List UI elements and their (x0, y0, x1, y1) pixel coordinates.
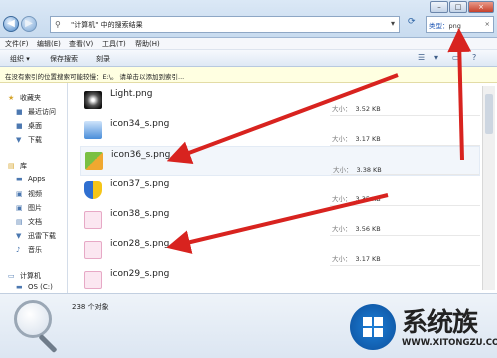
computer-icon: ▭ (8, 272, 15, 280)
file-name: icon28_s.png (110, 239, 170, 249)
close-button[interactable]: × (468, 1, 494, 13)
file-size: 大小： 3.17 KB (332, 255, 381, 263)
picture-icon: ▣ (16, 204, 23, 212)
download-folder-icon: ▼ (16, 232, 22, 240)
watermark-brand: 系统族 (402, 308, 478, 338)
address-path: "计算机" 中的搜索结果 (71, 21, 143, 29)
package-image-icon (85, 152, 103, 170)
music-icon: ♪ (16, 246, 21, 254)
file-size: 大小： 3.56 KB (332, 225, 381, 233)
settings-image-icon (84, 121, 102, 139)
sidebar-item-desktop[interactable]: ■ 桌面 (16, 121, 42, 131)
sidebar-item-recent[interactable]: ■ 最近访问 (16, 107, 56, 117)
video-icon: ▣ (16, 190, 23, 198)
sidebar-item-videos[interactable]: ▣ 视频 (16, 189, 42, 199)
file-list-scrollbar[interactable] (482, 86, 495, 290)
toolbar: 组织 ▾ 保存搜索 刻录 ☰ ▾ ▭ ? (0, 50, 497, 67)
windows-logo-icon (350, 304, 396, 350)
search-filter-value: png (448, 22, 461, 30)
search-input[interactable]: 类型：png × (426, 16, 494, 33)
chevron-down-icon[interactable]: ▾ (391, 19, 395, 28)
file-name: icon29_s.png (110, 269, 170, 279)
search-magnifier-icon (14, 300, 58, 354)
drive-icon: ▬ (16, 283, 23, 291)
document-icon: ▤ (16, 218, 23, 226)
menu-bar: 文件(F) 编辑(E) 查看(V) 工具(T) 帮助(H) (0, 38, 497, 50)
file-name: icon38_s.png (110, 209, 170, 219)
sidebar-item-favorites[interactable]: ★ 收藏夹 (8, 93, 41, 103)
chevron-down-icon[interactable]: ▾ (434, 53, 438, 62)
sidebar-item-pictures[interactable]: ▣ 图片 (16, 203, 42, 213)
sidebar-item-documents[interactable]: ▤ 文档 (16, 217, 42, 227)
object-count: 238 个对象 (72, 303, 109, 311)
file-size: 大小： 3.17 KB (332, 135, 381, 143)
sidebar-item-os-drive[interactable]: ▬ OS (C:) (16, 283, 53, 291)
navigation-pane: ★ 收藏夹 ■ 最近访问 ■ 桌面 ▼ 下载 ▤ 库 ▬ Apps ▣ 视频 ▣ 图片 ▤ 文档 … (0, 83, 68, 293)
list-item[interactable]: icon29_s.png (80, 266, 480, 290)
file-size: 大小： 3.38 KB (333, 166, 382, 174)
window-controls: – □ × (430, 1, 494, 13)
pink-image-icon (84, 211, 102, 229)
maximize-button[interactable]: □ (449, 1, 467, 13)
menu-help[interactable]: 帮助(H) (135, 39, 160, 49)
watermark: 系统族 WWW.XITONGZU.COM (344, 298, 497, 358)
pink-image-icon (84, 271, 102, 289)
star-icon: ★ (8, 94, 15, 102)
sidebar-item-xunlei[interactable]: ▼ 迅雷下载 (16, 231, 56, 241)
recent-places-icon: ■ (16, 108, 23, 116)
back-button[interactable]: ◀ (3, 16, 19, 32)
save-search-button[interactable]: 保存搜索 (50, 54, 78, 64)
file-name: icon36_s.png (111, 150, 171, 160)
clear-search-button[interactable]: × (485, 20, 490, 28)
preview-pane-icon[interactable]: ▭ (452, 53, 460, 62)
sidebar-item-apps[interactable]: ▬ Apps (16, 175, 45, 183)
list-item[interactable]: Light.png 大小： 3.52 KB (80, 86, 480, 116)
folder-icon: ▬ (16, 175, 23, 183)
search-filter-label: 类型： (429, 22, 449, 30)
list-item[interactable]: icon28_s.png 大小： 3.17 KB (80, 236, 480, 266)
sidebar-item-downloads[interactable]: ▼ 下载 (16, 135, 42, 145)
forward-button[interactable]: ▶ (21, 16, 37, 32)
download-icon: ▼ (16, 136, 22, 144)
menu-edit[interactable]: 编辑(E) (37, 39, 61, 49)
list-item[interactable]: icon36_s.png 大小： 3.38 KB (80, 146, 480, 176)
sidebar-item-music[interactable]: ♪ 音乐 (16, 245, 42, 255)
address-bar-region: – □ × ◀ ▶ ⚲ "计算机" 中的搜索结果 ▾ ⟳ 类型：png × (0, 0, 497, 38)
burn-button[interactable]: 刻录 (96, 54, 110, 64)
file-name: Light.png (110, 89, 153, 99)
minimize-button[interactable]: – (430, 1, 448, 13)
index-warning-bar[interactable]: 在没有索引的位置搜索可能较慢：E:\。 请单击以添加到索引... (0, 67, 497, 83)
forward-arrow-icon: ▶ (25, 18, 33, 29)
file-size: 大小： 3.52 KB (332, 105, 381, 113)
search-folder-icon: ⚲ (55, 20, 61, 29)
desktop-icon: ■ (16, 122, 23, 130)
list-item[interactable]: icon34_s.png 大小： 3.17 KB (80, 116, 480, 146)
scrollbar-thumb[interactable] (485, 94, 493, 134)
index-warning-text: 在没有索引的位置搜索可能较慢：E:\。 请单击以添加到索引... (5, 73, 185, 81)
address-input[interactable]: ⚲ "计算机" 中的搜索结果 ▾ (50, 16, 400, 33)
file-name: icon34_s.png (110, 119, 170, 129)
list-item[interactable]: icon38_s.png 大小： 3.56 KB (80, 206, 480, 236)
list-item[interactable]: icon37_s.png 大小： 3.35 KB (80, 176, 480, 206)
sidebar-item-computer[interactable]: ▭ 计算机 (8, 271, 41, 281)
organize-button[interactable]: 组织 ▾ (10, 54, 30, 64)
menu-file[interactable]: 文件(F) (5, 39, 29, 49)
light-image-icon (84, 91, 102, 109)
watermark-url: WWW.XITONGZU.COM (402, 338, 497, 348)
library-icon: ▤ (8, 162, 15, 170)
file-name: icon37_s.png (110, 179, 170, 189)
refresh-button[interactable]: ⟳ (408, 17, 416, 27)
file-size: 大小： 3.35 KB (332, 195, 381, 203)
sidebar-item-libraries[interactable]: ▤ 库 (8, 161, 27, 171)
shield-icon (84, 181, 102, 199)
back-arrow-icon: ◀ (7, 18, 15, 29)
pink-image-icon (84, 241, 102, 259)
help-icon[interactable]: ? (472, 53, 476, 62)
menu-view[interactable]: 查看(V) (69, 39, 93, 49)
view-options-icon[interactable]: ☰ (418, 53, 425, 62)
file-list: Light.png 大小： 3.52 KB icon34_s.png 大小： 3.1… (80, 86, 480, 290)
menu-tools[interactable]: 工具(T) (102, 39, 126, 49)
